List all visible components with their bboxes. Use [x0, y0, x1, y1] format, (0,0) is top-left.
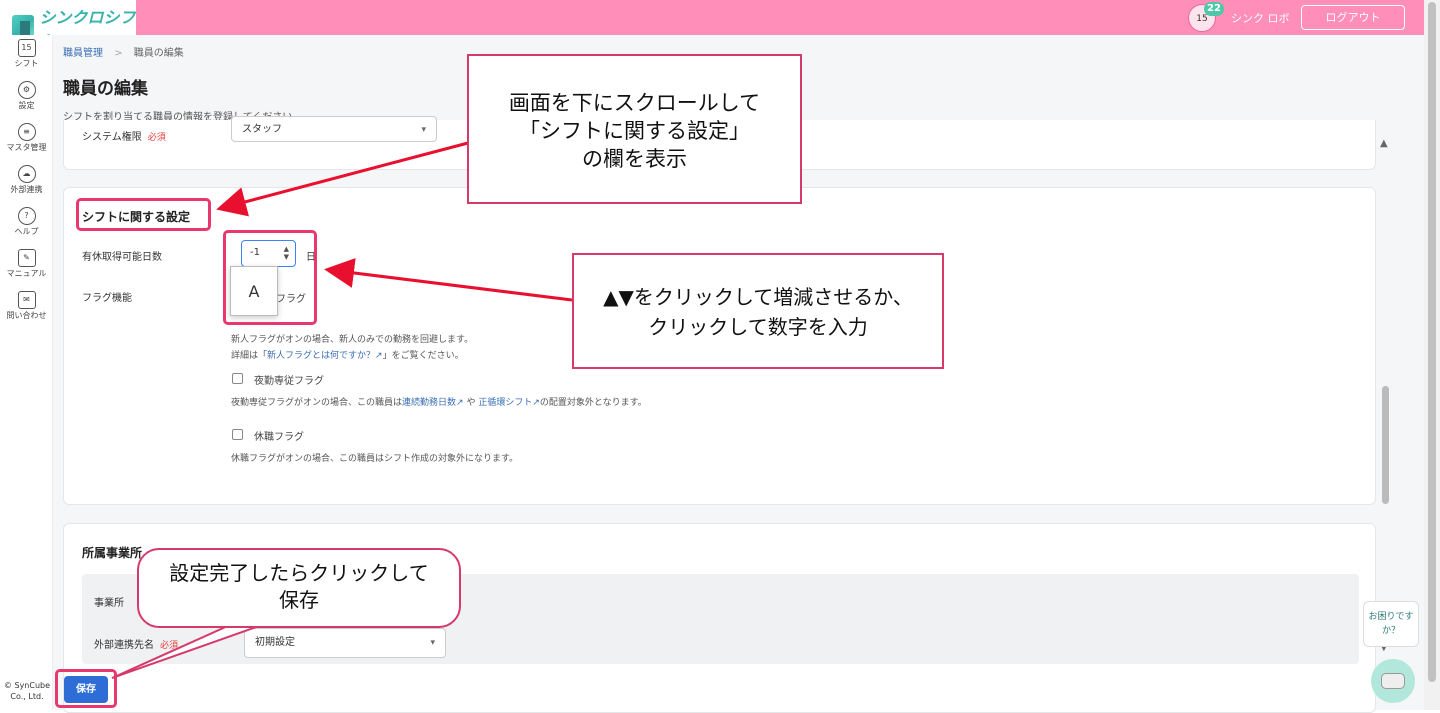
notification-count-badge: 22: [1204, 2, 1224, 16]
office-label: 事業所: [94, 598, 124, 609]
system-permission-select[interactable]: スタッフ: [231, 116, 437, 143]
sidebar-item-external[interactable]: ☁ 外部連携: [0, 165, 53, 195]
night-shift-help: 夜勤専従フラグがオンの場合、この職員は連続勤務日数↗ や 正循環シフト↗の配置対…: [231, 395, 647, 408]
consecutive-days-link[interactable]: 連続勤務日数: [402, 398, 456, 408]
sidebar-item-settings[interactable]: ⚙ 設定: [0, 81, 53, 111]
external-name-label-text: 外部連携先名: [94, 640, 154, 651]
window-scrollbar[interactable]: [1424, 0, 1440, 710]
window-scrollbar-thumb[interactable]: [1428, 2, 1436, 682]
page-title: 職員の編集: [63, 79, 148, 99]
external-name-label: 外部連携先名 必須: [94, 636, 178, 651]
forward-rotation-link[interactable]: 正循環シフト: [478, 398, 532, 408]
sidebar: 15 シフト ⚙ 設定 ≡ マスタ管理 ☁ 外部連携 ? ヘルプ ✎ マニュアル…: [0, 35, 53, 710]
external-name-select[interactable]: 初期設定: [244, 628, 446, 658]
external-link-icon: ↗: [456, 398, 464, 408]
help-text-part: 」をご覧ください。: [382, 351, 464, 361]
night-shift-checkbox[interactable]: [232, 373, 243, 384]
system-permission-label: システム権限 必須: [82, 128, 166, 143]
required-badge: 必須: [147, 133, 166, 143]
help-text-part: の配置対象外となります。: [539, 398, 647, 408]
edit-icon: ✎: [17, 249, 36, 267]
new-flag-faq-link[interactable]: 新人フラグとは何ですか？: [267, 351, 375, 361]
night-shift-flag-label[interactable]: 夜勤専従フラグ: [254, 372, 324, 387]
sidebar-item-label: ヘルプ: [14, 227, 39, 236]
highlight-save-button: [55, 669, 117, 708]
paid-leave-label: 有休取得可能日数: [82, 252, 162, 263]
breadcrumb-current: 職員の編集: [133, 48, 184, 59]
annotation-line: 画面を下にスクロールして: [508, 91, 761, 115]
sidebar-item-shift[interactable]: 15 シフト: [0, 39, 53, 69]
copyright: © SynCube Co., Ltd.: [3, 681, 51, 701]
content-scrollbar-thumb[interactable]: [1382, 386, 1389, 504]
sidebar-item-label: 問い合わせ: [6, 311, 47, 320]
database-icon: ≡: [17, 123, 36, 141]
breadcrumb-link-staff[interactable]: 職員管理: [63, 48, 103, 59]
sidebar-item-label: マニュアル: [6, 269, 47, 278]
sidebar-item-label: シフト: [14, 59, 39, 68]
highlight-paid-leave-input: [223, 230, 317, 325]
annotation-line: ▲▼をクリックして増減させるか、: [603, 285, 913, 309]
breadcrumb-separator: >: [114, 48, 123, 59]
mail-icon: ✉: [17, 291, 36, 309]
sidebar-item-help[interactable]: ? ヘルプ: [0, 207, 53, 237]
robot-assistant-icon[interactable]: [1371, 659, 1415, 703]
external-link-icon: ↗: [532, 398, 540, 408]
sidebar-item-contact[interactable]: ✉ 問い合わせ: [0, 291, 53, 321]
flag-function-label: フラグ機能: [82, 293, 132, 304]
robot-face-icon: [1381, 673, 1405, 689]
sidebar-item-label: 設定: [18, 101, 35, 110]
logout-button[interactable]: ログアウト: [1301, 5, 1405, 30]
leave-flag-help: 休職フラグがオンの場合、この職員はシフト作成の対象外になります。: [231, 454, 519, 464]
help-icon: ?: [17, 207, 36, 225]
highlight-shift-settings-title: [76, 198, 211, 231]
annotation-note-spinner: ▲▼をクリックして増減させるか、 クリックして数字を入力: [572, 253, 944, 369]
sidebar-item-label: マスタ管理: [6, 143, 47, 152]
new-flag-help: 新人フラグがオンの場合、新人のみでの勤務を回避します。: [231, 335, 474, 345]
help-text-part: 詳細は「: [231, 351, 268, 361]
annotation-line: 「シフトに関する設定」: [519, 119, 750, 143]
sidebar-item-master[interactable]: ≡ マスタ管理: [0, 123, 53, 153]
annotation-note-scroll: 画面を下にスクロールして 「シフトに関する設定」 の欄を表示: [467, 54, 802, 204]
external-link-icon: ↗: [375, 351, 383, 361]
annotation-note-save: 設定完了したらクリックして 保存: [137, 548, 461, 628]
help-text-part: や: [466, 398, 476, 408]
user-name[interactable]: シンク ロボ: [1231, 10, 1290, 26]
gear-icon: ⚙: [17, 81, 36, 99]
sidebar-item-label: 外部連携: [10, 185, 43, 194]
help-chat-bubble[interactable]: お困りですか？: [1363, 601, 1419, 647]
annotation-line: 保存: [279, 588, 319, 612]
annotation-line: の欄を表示: [582, 147, 687, 171]
app-header: シンクロシフト 15 22 シンク ロボ ログアウト: [0, 0, 1424, 51]
calendar-icon: 15: [17, 39, 36, 57]
new-flag-detail: 詳細は「新人フラグとは何ですか？↗」をご覧ください。: [231, 348, 464, 361]
annotation-line: クリックして数字を入力: [648, 315, 868, 339]
scroll-up-icon[interactable]: ▲: [1380, 138, 1388, 149]
breadcrumb: 職員管理 > 職員の編集: [63, 44, 184, 59]
logo-area[interactable]: シンクロシフト: [0, 0, 136, 51]
required-badge: 必須: [160, 641, 179, 651]
system-permission-label-text: システム権限: [82, 132, 142, 143]
office-section-title: 所属事業所: [82, 546, 143, 560]
annotation-line: 設定完了したらクリックして: [169, 561, 429, 585]
leave-flag-label[interactable]: 休職フラグ: [254, 428, 304, 443]
help-text-part: 夜勤専従フラグがオンの場合、この職員は: [231, 398, 403, 408]
leave-flag-checkbox[interactable]: [232, 429, 243, 440]
cloud-sync-icon: ☁: [17, 165, 36, 183]
sidebar-item-manual[interactable]: ✎ マニュアル: [0, 249, 53, 279]
